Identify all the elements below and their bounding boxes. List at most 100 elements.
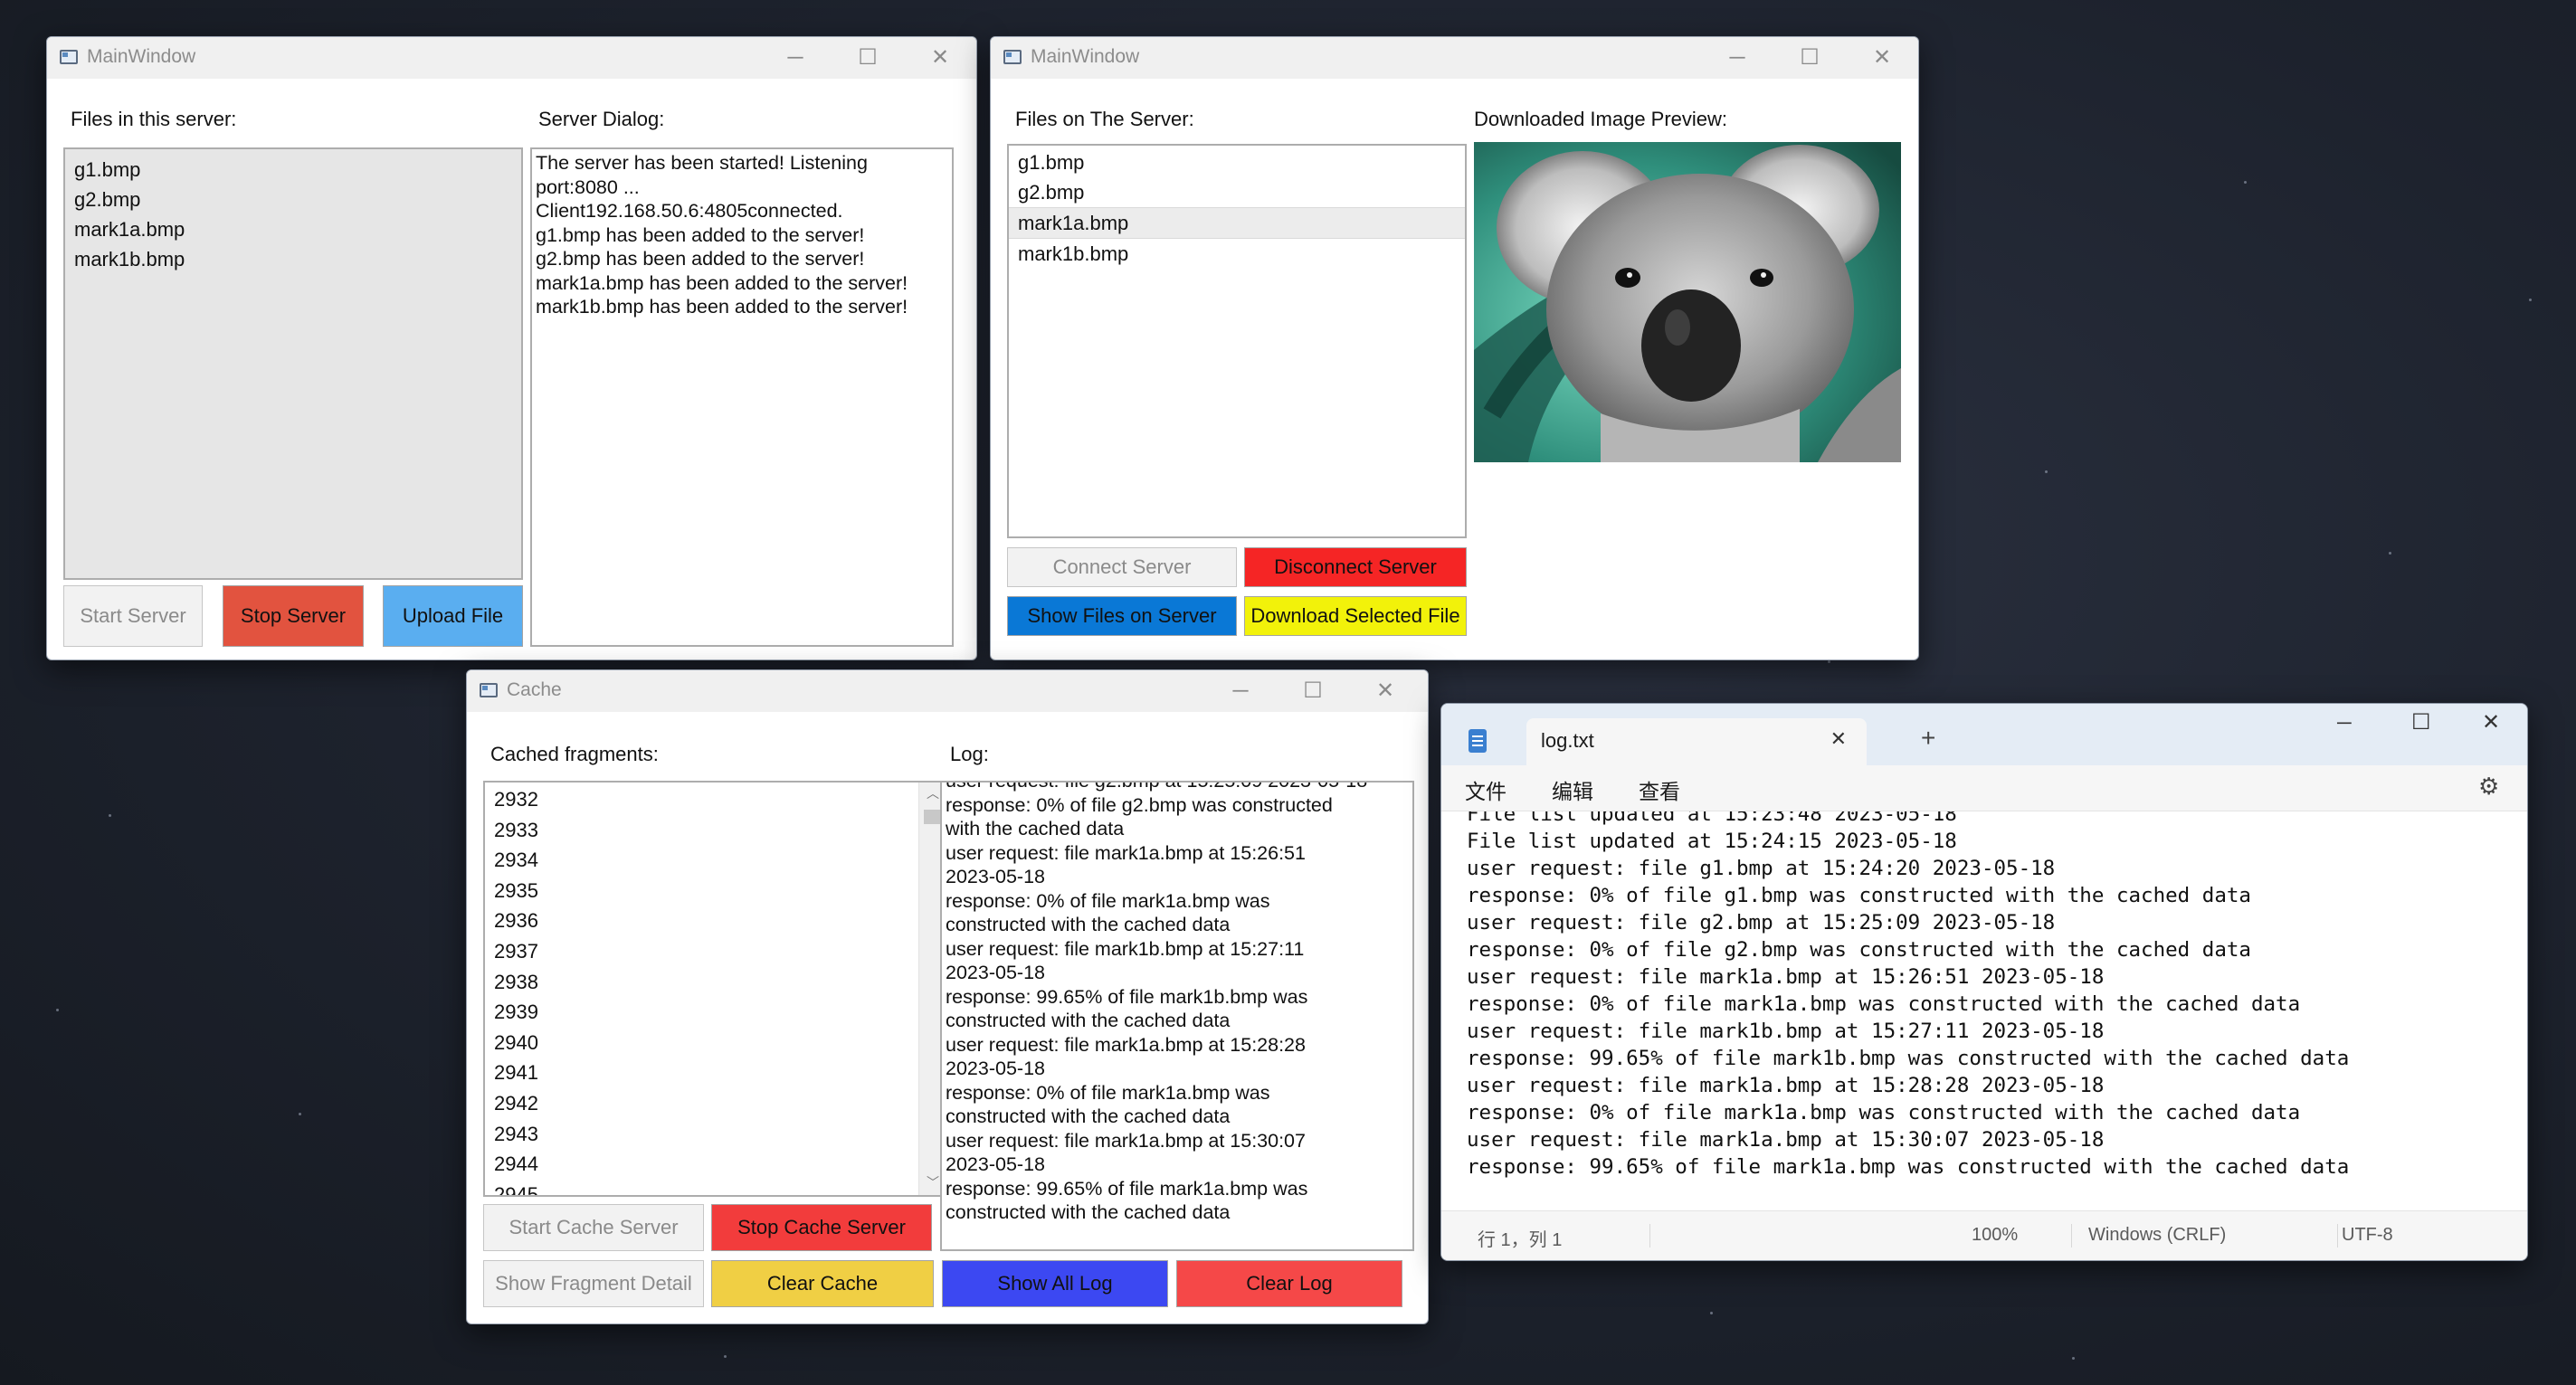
- clear-log-button[interactable]: Clear Log: [1176, 1260, 1402, 1307]
- notepad-icon: [1469, 729, 1487, 753]
- text-line: response: 0% of file g1.bmp was construc…: [1467, 884, 2251, 907]
- files-label: Files in this server:: [71, 108, 237, 130]
- log-text[interactable]: user request: file g2.bmp at 15:25:09 20…: [940, 781, 1414, 1251]
- dialog-line: g1.bmp has been added to the server!: [536, 223, 865, 246]
- dialog-line: Client192.168.50.6:4805connected.: [536, 200, 843, 222]
- stop-server-button[interactable]: Stop Server: [223, 585, 364, 647]
- upload-file-button[interactable]: Upload File: [383, 585, 523, 647]
- dialog-line: mark1a.bmp has been added to the server!: [536, 271, 908, 294]
- list-item[interactable]: 2940: [485, 1028, 946, 1058]
- scroll-thumb[interactable]: [924, 810, 942, 824]
- title-bar[interactable]: MainWindow ─ ☐ ✕: [991, 37, 1918, 79]
- start-server-button[interactable]: Start Server: [63, 585, 203, 647]
- text-line: user request: file g2.bmp at 15:25:09 20…: [1467, 911, 2056, 934]
- clear-cache-button[interactable]: Clear Cache: [711, 1260, 934, 1307]
- log-line: response: 0% of file mark1a.bmp was: [946, 1081, 1270, 1104]
- text-line: user request: file mark1a.bmp at 15:26:5…: [1467, 965, 2105, 989]
- log-line: response: 99.65% of file mark1b.bmp was: [946, 985, 1308, 1008]
- list-item[interactable]: g1.bmp: [65, 155, 521, 185]
- text-line: File list updated at 15:24:15 2023-05-18: [1467, 830, 1957, 853]
- notepad-window: log.txt ✕ + ─ ☐ ✕ 文件 编辑 查看 ⚙ File list u…: [1440, 703, 2528, 1261]
- list-item[interactable]: mark1b.bmp: [65, 244, 521, 274]
- log-line: user request: file mark1a.bmp at 15:28:2…: [946, 1033, 1306, 1056]
- fragments-list[interactable]: 2932 2933 2934 2935 2936 2937 2938 2939 …: [483, 781, 948, 1197]
- list-item[interactable]: 2942: [485, 1088, 946, 1119]
- list-item[interactable]: 2933: [485, 815, 946, 846]
- maximize-icon[interactable]: ☐: [1778, 43, 1841, 73]
- text-line: user request: file g1.bmp at 15:24:20 20…: [1467, 857, 2056, 880]
- dialog-line: port:8080 ...: [536, 175, 640, 198]
- log-line: with the cached data: [946, 818, 1125, 840]
- client-files-list[interactable]: g1.bmp g2.bmp mark1a.bmp mark1b.bmp: [1007, 144, 1467, 538]
- koala-image: [1474, 142, 1901, 462]
- cursor-position: 行 1，列 1: [1478, 1230, 1563, 1250]
- list-item[interactable]: mark1a.bmp: [1009, 207, 1465, 239]
- text-line: response: 99.65% of file mark1a.bmp was …: [1467, 1155, 2350, 1179]
- show-fragment-detail-button[interactable]: Show Fragment Detail: [483, 1260, 704, 1307]
- list-item[interactable]: 2941: [485, 1058, 946, 1088]
- list-item[interactable]: 2932: [485, 784, 946, 815]
- list-item[interactable]: g1.bmp: [1009, 147, 1465, 177]
- list-item[interactable]: 2936: [485, 906, 946, 936]
- list-item[interactable]: 2943: [485, 1119, 946, 1150]
- tab-log-txt[interactable]: log.txt ✕: [1526, 718, 1867, 765]
- list-item[interactable]: g2.bmp: [65, 185, 521, 214]
- list-item[interactable]: 2939: [485, 997, 946, 1028]
- settings-gear-icon[interactable]: ⚙: [2478, 773, 2499, 801]
- list-item[interactable]: mark1b.bmp: [1009, 239, 1465, 269]
- minimize-icon[interactable]: ─: [2337, 711, 2352, 735]
- list-item[interactable]: 2935: [485, 876, 946, 906]
- minimize-icon[interactable]: ─: [1706, 43, 1769, 73]
- start-cache-server-button[interactable]: Start Cache Server: [483, 1204, 704, 1251]
- log-line: response: 0% of file mark1a.bmp was: [946, 889, 1270, 912]
- window-title: Cache: [507, 679, 562, 700]
- show-all-log-button[interactable]: Show All Log: [942, 1260, 1168, 1307]
- close-icon[interactable]: ✕: [1354, 676, 1417, 707]
- text-line: response: 0% of file g2.bmp was construc…: [1467, 938, 2251, 962]
- disconnect-server-button[interactable]: Disconnect Server: [1244, 547, 1467, 587]
- title-bar[interactable]: Cache ─ ☐ ✕: [467, 670, 1428, 712]
- show-files-button[interactable]: Show Files on Server: [1007, 596, 1237, 636]
- tab-close-icon[interactable]: ✕: [1830, 727, 1847, 751]
- log-content: user request: file g2.bmp at 15:25:09 20…: [946, 783, 1409, 1225]
- notepad-text-area[interactable]: File list updated at 15:23:48 2023-05-18…: [1441, 811, 2527, 1211]
- server-dialog-text[interactable]: The server has been started! Listening p…: [530, 147, 954, 647]
- server-window: MainWindow ─ ☐ ✕ Files in this server: g…: [46, 36, 977, 660]
- list-item[interactable]: g2.bmp: [1009, 177, 1465, 207]
- log-line: constructed with the cached data: [946, 1105, 1231, 1127]
- new-tab-icon[interactable]: +: [1921, 724, 1935, 753]
- server-files-list[interactable]: g1.bmp g2.bmp mark1a.bmp mark1b.bmp: [63, 147, 523, 580]
- download-selected-button[interactable]: Download Selected File: [1244, 596, 1467, 636]
- list-item[interactable]: 2937: [485, 936, 946, 967]
- log-line: response: 99.65% of file mark1a.bmp was: [946, 1177, 1308, 1200]
- connect-server-button[interactable]: Connect Server: [1007, 547, 1237, 587]
- stop-cache-server-button[interactable]: Stop Cache Server: [711, 1204, 932, 1251]
- menu-view[interactable]: 查看: [1639, 774, 1680, 805]
- tab-bar: log.txt ✕ + ─ ☐ ✕: [1441, 704, 2527, 765]
- close-icon[interactable]: ✕: [908, 43, 972, 73]
- title-bar[interactable]: MainWindow ─ ☐ ✕: [47, 37, 976, 79]
- tab-title: log.txt: [1541, 729, 1594, 752]
- list-item[interactable]: 2934: [485, 845, 946, 876]
- list-item[interactable]: 2944: [485, 1149, 946, 1180]
- text-line: response: 0% of file mark1a.bmp was cons…: [1467, 1101, 2301, 1124]
- minimize-icon[interactable]: ─: [1209, 676, 1272, 707]
- maximize-icon[interactable]: ☐: [2411, 709, 2431, 735]
- log-line: 2023-05-18: [946, 962, 1045, 983]
- maximize-icon[interactable]: ☐: [1281, 676, 1345, 707]
- cache-window: Cache ─ ☐ ✕ Cached fragments: 2932 2933 …: [466, 669, 1429, 1324]
- menu-edit[interactable]: 编辑: [1552, 774, 1593, 805]
- list-item[interactable]: 2945: [485, 1180, 946, 1195]
- text-line: File list updated at 15:23:48 2023-05-18: [1467, 811, 1957, 826]
- list-item[interactable]: mark1a.bmp: [65, 214, 521, 244]
- window-icon: [60, 50, 78, 64]
- close-icon[interactable]: ✕: [1850, 43, 1914, 73]
- list-item[interactable]: 2938: [485, 967, 946, 998]
- minimize-icon[interactable]: ─: [764, 43, 827, 73]
- window-icon: [1003, 50, 1022, 64]
- maximize-icon[interactable]: ☐: [836, 43, 899, 73]
- log-line: user request: file mark1b.bmp at 15:27:1…: [946, 937, 1305, 960]
- log-label: Log:: [950, 743, 989, 765]
- close-icon[interactable]: ✕: [2482, 709, 2500, 735]
- menu-file[interactable]: 文件: [1465, 774, 1507, 805]
